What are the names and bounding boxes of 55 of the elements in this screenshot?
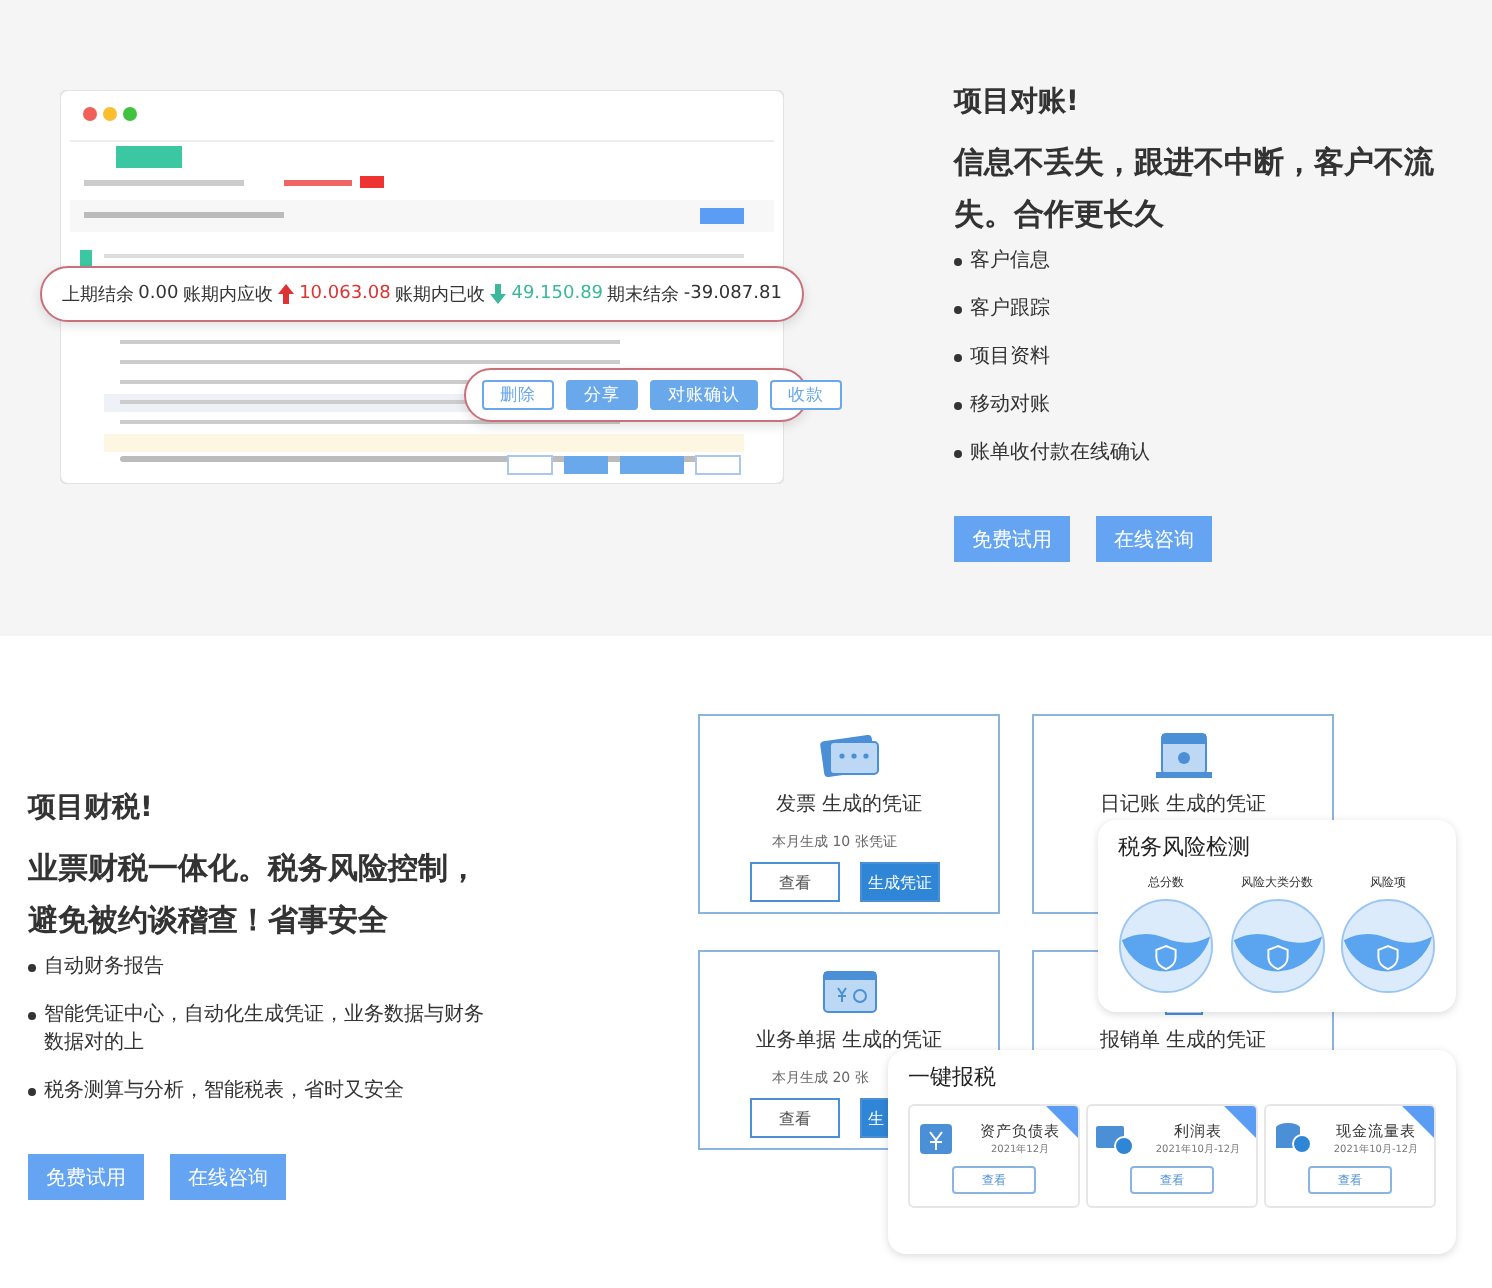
action-button[interactable]: 收款: [770, 380, 842, 410]
section-title: 项目对账!: [954, 84, 1081, 120]
summary-label: 期末结余: [607, 283, 680, 307]
coin-stack-icon: [1272, 1118, 1312, 1158]
generate-button[interactable]: 生成凭证: [860, 862, 940, 902]
action-button[interactable]: 分享: [566, 380, 638, 410]
panel-title: 一键报税: [908, 1062, 998, 1092]
summary-value: 49.150.89: [511, 284, 604, 304]
feature-text: 智能凭证中心，自动化生成凭证，业务数据与财务数据对的上: [44, 1002, 486, 1058]
view-button[interactable]: 查看: [750, 862, 840, 902]
yen-document-icon: [916, 1118, 956, 1158]
feature-text: 税务测算与分析，智能税表，省时又安全: [44, 1078, 404, 1106]
gauge-drawing: [1340, 898, 1436, 994]
feature-text: 移动对账: [970, 392, 1050, 420]
card-title: 业务单据 生成的凭证: [755, 1027, 943, 1054]
action-button[interactable]: 删除: [482, 380, 554, 410]
view-button[interactable]: 查看: [750, 1098, 840, 1138]
bullet-icon: [954, 306, 962, 314]
summary-value: -39.087.81: [683, 284, 782, 304]
card-title: 发票 生成的凭证: [775, 791, 923, 818]
gauge-drawing: [1229, 898, 1325, 994]
summary-value: 0.00: [138, 284, 179, 304]
free-trial-button[interactable]: 免费试用: [28, 1154, 144, 1200]
section-title: 项目财税!: [28, 790, 155, 826]
bullet-icon: [954, 402, 962, 410]
summary-value: 10.063.08: [299, 284, 391, 304]
gauge-drawing: [1118, 898, 1214, 994]
consult-button[interactable]: 在线咨询: [1096, 516, 1212, 562]
card-title: 日记账 生成的凭证: [1099, 791, 1267, 818]
action-button[interactable]: 对账确认: [650, 380, 758, 410]
summary-label: 账期内已收: [395, 283, 486, 307]
bullet-icon: [28, 1012, 36, 1020]
summary-label: 上期结余: [62, 283, 134, 307]
feature-text: 项目资料: [970, 344, 1050, 372]
section-headline: 信息不丢失，跟进不中断，客户不流失。合作更长久: [954, 142, 1436, 236]
section-headline: 业票财税一体化。税务风险控制，避免被约谈稽查！省事安全: [28, 848, 480, 942]
corner-tag-icon: [1224, 1106, 1256, 1138]
feature-text: 自动财务报告: [44, 954, 164, 982]
feature-text: 账单收付款在线确认: [970, 440, 1150, 468]
bullet-icon: [28, 964, 36, 972]
free-trial-button[interactable]: 免费试用: [954, 516, 1070, 562]
up-arrow-icon: [277, 284, 294, 304]
feature-text: 客户信息: [970, 248, 1050, 276]
corner-tag-icon: [1402, 1106, 1434, 1138]
summary-label: 账期内应收: [182, 283, 273, 307]
bullet-icon: [954, 258, 962, 266]
bullet-icon: [954, 450, 962, 458]
card-title: 报销单 生成的凭证: [1099, 1027, 1267, 1054]
panel-title: 税务风险检测: [1118, 832, 1252, 862]
corner-tag-icon: [1046, 1106, 1078, 1138]
consult-button[interactable]: 在线咨询: [170, 1154, 286, 1200]
bullet-icon: [28, 1088, 36, 1096]
down-arrow-icon: [489, 284, 506, 304]
feature-text: 客户跟踪: [970, 296, 1050, 324]
bullet-icon: [954, 354, 962, 362]
